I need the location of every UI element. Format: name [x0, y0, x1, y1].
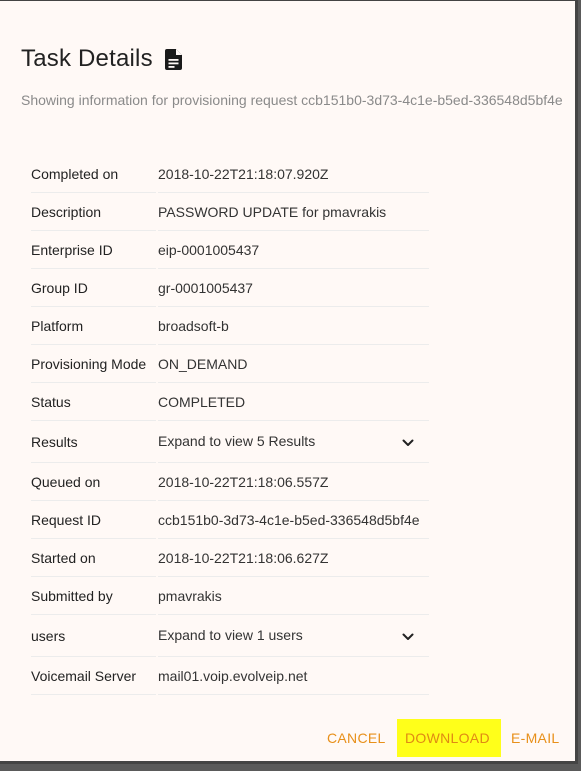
detail-label: Results	[31, 421, 156, 463]
detail-label: Description	[31, 193, 156, 231]
detail-row-users[interactable]: users Expand to view 1 users	[31, 615, 429, 657]
chevron-down-icon[interactable]	[401, 436, 415, 450]
detail-value: ON_DEMAND	[158, 345, 429, 383]
users-expander[interactable]: Expand to view 1 users	[158, 615, 429, 657]
detail-label: Group ID	[31, 269, 156, 307]
detail-label: Queued on	[31, 463, 156, 501]
document-icon	[164, 48, 182, 70]
detail-value: pmavrakis	[158, 577, 429, 615]
dialog-title: Task Details	[21, 45, 153, 72]
detail-label: Provisioning Mode	[31, 345, 156, 383]
detail-value: COMPLETED	[158, 383, 429, 421]
detail-value: broadsoft-b	[158, 307, 429, 345]
detail-value: 2018-10-22T21:18:06.557Z	[158, 463, 429, 501]
download-button[interactable]: DOWNLOAD	[397, 719, 501, 757]
detail-value: ccb151b0-3d73-4c1e-b5ed-336548d5bf4e	[158, 501, 429, 539]
detail-label: Submitted by	[31, 577, 156, 615]
detail-row-group-id: Group ID gr-0001005437	[31, 269, 429, 307]
detail-label: Status	[31, 383, 156, 421]
detail-row-submitted-by: Submitted by pmavrakis	[31, 577, 429, 615]
detail-row-enterprise-id: Enterprise ID eip-0001005437	[31, 231, 429, 269]
detail-row-description: Description PASSWORD UPDATE for pmavraki…	[31, 193, 429, 231]
detail-row-started-on: Started on 2018-10-22T21:18:06.627Z	[31, 539, 429, 577]
detail-row-request-id: Request ID ccb151b0-3d73-4c1e-b5ed-33654…	[31, 501, 429, 539]
detail-row-queued-on: Queued on 2018-10-22T21:18:06.557Z	[31, 463, 429, 501]
detail-row-completed-on: Completed on 2018-10-22T21:18:07.920Z	[31, 155, 429, 193]
chevron-down-icon[interactable]	[401, 630, 415, 644]
detail-value: gr-0001005437	[158, 269, 429, 307]
dialog-actions: CANCEL DOWNLOAD E-MAIL	[0, 719, 578, 759]
detail-label: Enterprise ID	[31, 231, 156, 269]
dialog-subtitle: Showing information for provisioning req…	[21, 92, 563, 108]
task-details-dialog: Task Details Showing information for pro…	[0, 0, 578, 764]
detail-value: eip-0001005437	[158, 231, 429, 269]
detail-value: mail01.voip.evolveip.net	[158, 657, 429, 695]
detail-row-status: Status COMPLETED	[31, 383, 429, 421]
cancel-button[interactable]: CANCEL	[327, 719, 386, 757]
detail-label: Started on	[31, 539, 156, 577]
detail-label: Platform	[31, 307, 156, 345]
detail-value: PASSWORD UPDATE for pmavrakis	[158, 193, 429, 231]
detail-label: users	[31, 615, 156, 657]
details-table: Completed on 2018-10-22T21:18:07.920Z De…	[31, 155, 429, 695]
detail-label: Voicemail Server	[31, 657, 156, 695]
dialog-header: Task Details	[21, 45, 182, 73]
detail-row-platform: Platform broadsoft-b	[31, 307, 429, 345]
detail-label: Completed on	[31, 155, 156, 193]
detail-value: 2018-10-22T21:18:07.920Z	[158, 155, 429, 193]
results-expander[interactable]: Expand to view 5 Results	[158, 421, 429, 463]
detail-row-results[interactable]: Results Expand to view 5 Results	[31, 421, 429, 463]
detail-value: 2018-10-22T21:18:06.627Z	[158, 539, 429, 577]
detail-row-voicemail-server: Voicemail Server mail01.voip.evolveip.ne…	[31, 657, 429, 695]
email-button[interactable]: E-MAIL	[511, 719, 559, 757]
detail-row-provisioning-mode: Provisioning Mode ON_DEMAND	[31, 345, 429, 383]
detail-label: Request ID	[31, 501, 156, 539]
